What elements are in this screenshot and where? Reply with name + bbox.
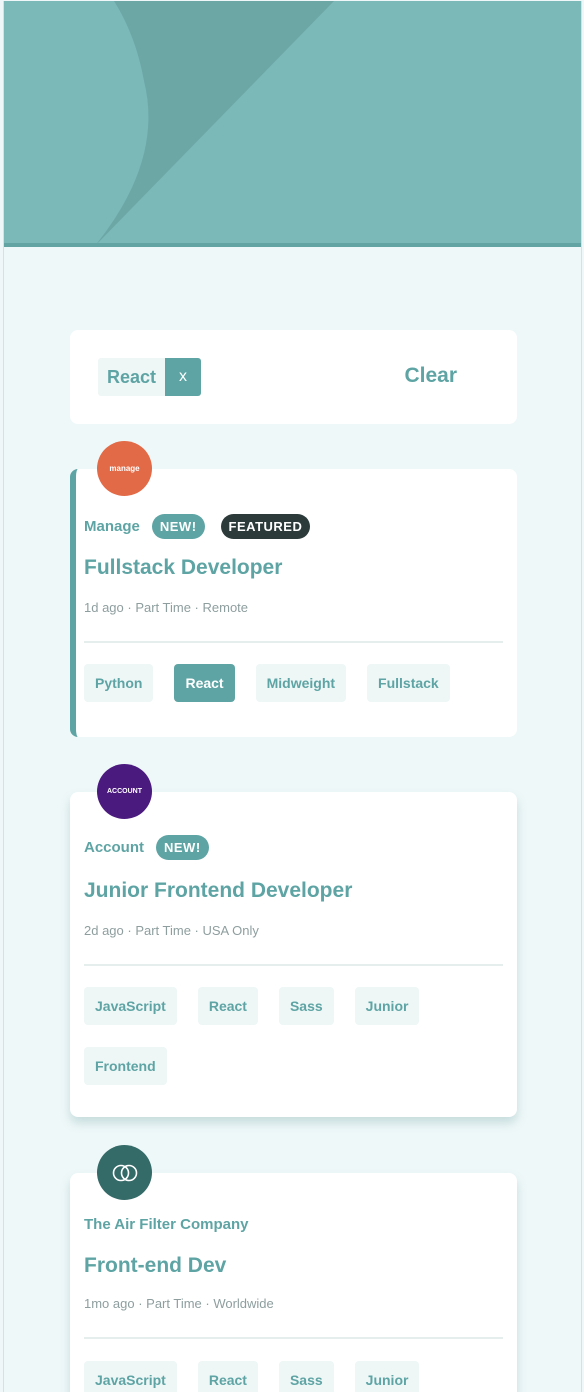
- card-divider: [84, 641, 503, 643]
- company-row: Manage NEW! FEATURED: [84, 514, 326, 539]
- header-banner: [4, 1, 581, 247]
- job-card[interactable]: The Air Filter Company Front-end Dev 1mo…: [70, 1145, 517, 1392]
- tag-javascript[interactable]: JavaScript: [84, 987, 177, 1025]
- job-position[interactable]: Front-end Dev: [84, 1254, 226, 1278]
- tag-junior[interactable]: Junior: [354, 987, 420, 1025]
- job-meta: 1d ago · Part Time · Remote: [84, 600, 249, 615]
- card-divider: [84, 1337, 503, 1339]
- rings-icon: [112, 1164, 137, 1181]
- manage-logo: manage: [97, 441, 152, 496]
- logo-text: ACCOUNT: [107, 788, 142, 795]
- air-filter-logo: [97, 1145, 152, 1200]
- company-name[interactable]: Account: [84, 839, 144, 856]
- tag-junior[interactable]: Junior: [354, 1361, 420, 1392]
- clear-filters-button[interactable]: Clear: [404, 364, 457, 388]
- remove-filter-button[interactable]: x: [165, 358, 202, 396]
- tag-list: Python React Midweight Fullstack: [84, 664, 503, 702]
- tag-react[interactable]: React: [197, 1361, 258, 1392]
- tag-javascript[interactable]: JavaScript: [84, 1361, 177, 1392]
- tag-list: JavaScript React Sass Junior Frontend: [84, 987, 503, 1085]
- page-frame: React x Clear manage Manage NEW! FEATURE…: [3, 1, 582, 1392]
- tag-frontend[interactable]: Frontend: [84, 1047, 167, 1085]
- filter-bar: React x Clear: [70, 330, 517, 424]
- tag-list: JavaScript React Sass Junior: [84, 1361, 503, 1392]
- new-badge: NEW!: [151, 514, 205, 539]
- new-badge: NEW!: [156, 835, 209, 860]
- tag-sass[interactable]: Sass: [278, 1361, 334, 1392]
- header-pattern: [97, 1, 334, 243]
- logo-text: manage: [109, 464, 140, 473]
- job-position[interactable]: Junior Frontend Developer: [84, 879, 352, 903]
- job-position[interactable]: Fullstack Developer: [84, 556, 282, 580]
- tag-react[interactable]: React: [174, 664, 235, 702]
- tag-midweight[interactable]: Midweight: [255, 664, 347, 702]
- job-card[interactable]: manage Manage NEW! FEATURED Fullstack De…: [70, 441, 517, 737]
- company-name[interactable]: Manage: [84, 518, 140, 535]
- tag-python[interactable]: Python: [84, 664, 154, 702]
- tag-fullstack[interactable]: Fullstack: [367, 664, 450, 702]
- job-meta: 1mo ago · Part Time · Worldwide: [84, 1296, 274, 1311]
- featured-badge: FEATURED: [220, 514, 311, 539]
- tag-react[interactable]: React: [197, 987, 258, 1025]
- tag-sass[interactable]: Sass: [278, 987, 334, 1025]
- company-row: Account NEW!: [84, 835, 225, 860]
- filter-chip-label: React: [98, 358, 166, 396]
- card-divider: [84, 964, 503, 966]
- company-row: The Air Filter Company: [84, 1216, 260, 1233]
- company-name[interactable]: The Air Filter Company: [84, 1216, 248, 1233]
- job-card[interactable]: ACCOUNT Account NEW! Junior Frontend Dev…: [70, 764, 517, 1117]
- filter-chip-react: React x: [98, 358, 202, 396]
- account-logo: ACCOUNT: [97, 764, 152, 819]
- job-meta: 2d ago · Part Time · USA Only: [84, 923, 259, 938]
